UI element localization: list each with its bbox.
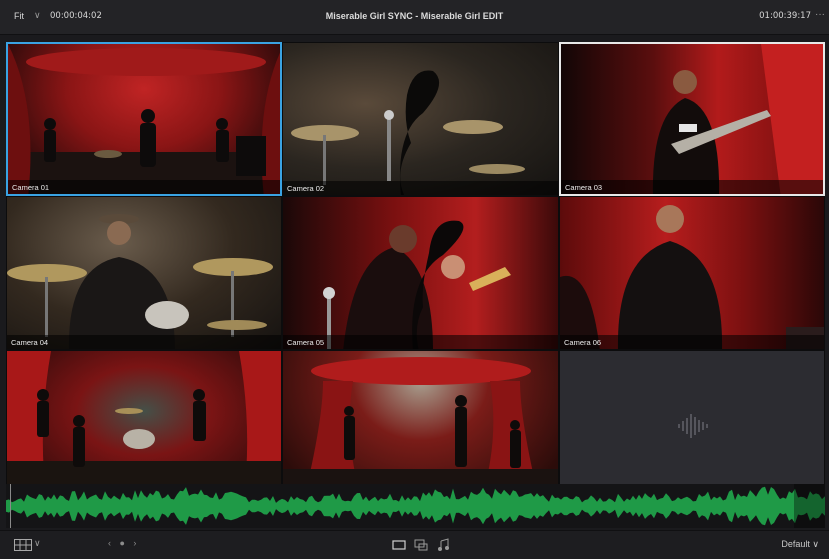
angle-video-frame xyxy=(7,351,281,501)
angle-camera-07[interactable] xyxy=(6,350,282,502)
viewer-footer: ∨ ‹ ● › Default ∨ xyxy=(0,530,829,559)
view-mode-switcher xyxy=(392,538,450,552)
grid-layout-icon[interactable] xyxy=(14,539,32,551)
viewer-title: Miserable Girl SYNC - Miserable Girl EDI… xyxy=(325,11,504,21)
video-view-icon[interactable] xyxy=(392,538,406,552)
angle-video-frame xyxy=(561,44,823,194)
viewer-header: Fit ∨ 00:00:04:02 Miserable Girl SYNC - … xyxy=(0,0,829,35)
video-audio-view-icon[interactable] xyxy=(414,538,428,552)
angle-page-navigator[interactable]: ‹ ● › xyxy=(108,538,139,548)
chevron-down-icon[interactable]: ∨ xyxy=(34,538,41,549)
angle-video-frame xyxy=(283,197,558,349)
angle-video-frame xyxy=(8,44,280,194)
timeline-timecode: 01:00:39:17 xyxy=(759,11,811,21)
audio-waveform-track[interactable] xyxy=(6,484,825,528)
angle-label: Camera 04 xyxy=(7,335,281,349)
more-options-icon[interactable]: ··· xyxy=(815,9,825,20)
audio-view-icon[interactable] xyxy=(436,538,450,552)
angle-camera-02[interactable]: Camera 02 xyxy=(282,42,559,196)
angle-label: Camera 06 xyxy=(560,335,824,349)
angle-label: Camera 05 xyxy=(283,335,558,349)
angle-camera-01[interactable]: Camera 01 xyxy=(6,42,282,196)
multicam-angle-grid: Camera 01 Camera 02 Camera 03 Camera 04 … xyxy=(6,42,825,502)
angle-camera-04[interactable]: Camera 04 xyxy=(6,196,282,350)
layout-preset-label: Default xyxy=(781,539,810,549)
layout-preset-dropdown[interactable]: Default ∨ xyxy=(781,539,819,550)
chevron-down-icon: ∨ xyxy=(812,539,819,549)
angle-audio-tile[interactable] xyxy=(559,350,825,502)
angle-camera-03[interactable]: Camera 03 xyxy=(559,42,825,196)
angle-video-frame xyxy=(7,197,281,349)
angle-camera-06[interactable]: Camera 06 xyxy=(559,196,825,350)
angle-label: Camera 03 xyxy=(561,180,823,194)
angle-video-frame xyxy=(283,351,558,501)
angle-camera-08[interactable] xyxy=(282,350,559,502)
angle-label: Camera 01 xyxy=(8,180,280,194)
angle-video-frame xyxy=(560,197,824,349)
angle-video-frame xyxy=(283,43,558,195)
angle-label: Camera 02 xyxy=(283,181,558,195)
audio-waveform-icon xyxy=(678,414,708,438)
angle-camera-05[interactable]: Camera 05 xyxy=(282,196,559,350)
